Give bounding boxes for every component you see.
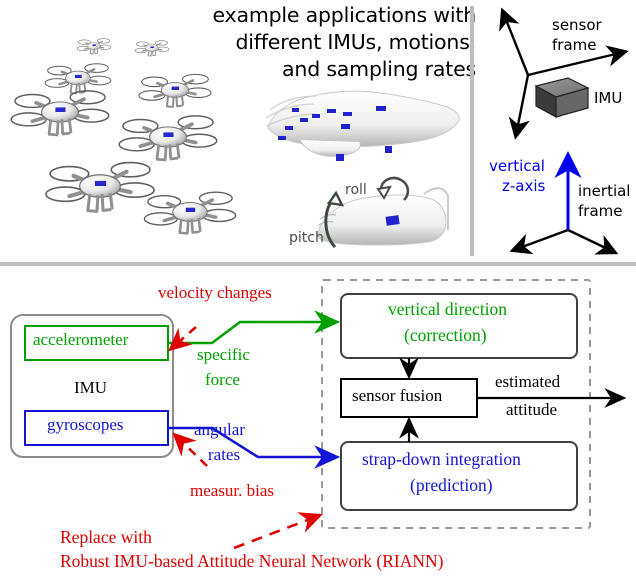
specific-force-arrow xyxy=(168,310,341,345)
inertial-frame-label-line-2: frame xyxy=(578,202,623,220)
imu-cube-icon xyxy=(534,77,590,119)
imu-group-label: IMU xyxy=(74,378,108,397)
strap-down-label-line-2: (prediction) xyxy=(410,475,493,495)
strap-down-label-line-1: strap-down integration xyxy=(362,449,521,469)
imu-label: IMU xyxy=(594,89,623,107)
velocity-changes-pointer xyxy=(168,326,197,352)
reference-frames-layer xyxy=(499,7,629,255)
replace-with-pointer xyxy=(233,512,323,550)
estimated-attitude-label-line-1: estimated xyxy=(495,372,561,391)
angular-rates-label-line-2: rates xyxy=(208,445,241,464)
measur-bias-pointer xyxy=(172,432,208,467)
vertical-axis-label-line-1: vertical xyxy=(489,157,545,175)
footer-line-2: Robust IMU-based Attitude Neural Network… xyxy=(60,551,444,571)
block-diagram-panel: accelerometer gyroscopes IMU specific fo… xyxy=(0,266,636,578)
accelerometer-label: accelerometer xyxy=(33,330,129,349)
vertical-axis-label-line-2: z-axis xyxy=(502,177,546,195)
footer-line-1: Replace with xyxy=(60,527,152,547)
sensor-frame-label-line-2: frame xyxy=(552,36,597,54)
sensor-fusion-label: sensor fusion xyxy=(352,386,443,405)
inertial-frame-label-line-1: inertial xyxy=(578,182,631,200)
specific-force-label-line-1: specific xyxy=(197,345,250,364)
inertial-frame-axes xyxy=(509,228,619,255)
velocity-changes-annotation: velocity changes xyxy=(158,283,272,302)
angular-rates-label-line-1: angular xyxy=(194,420,245,439)
vertical-direction-label-line-1: vertical direction xyxy=(388,299,508,319)
specific-force-label-line-2: force xyxy=(205,370,240,389)
gyroscopes-label: gyroscopes xyxy=(47,415,124,434)
vertical-direction-label-line-2: (correction) xyxy=(404,325,487,345)
measur-bias-annotation: measur. bias xyxy=(190,481,275,500)
sensor-frame-label-line-1: sensor xyxy=(552,16,602,34)
applications-panel: example applications with different IMUs… xyxy=(0,0,636,262)
estimated-attitude-label-line-2: attitude xyxy=(506,400,557,419)
